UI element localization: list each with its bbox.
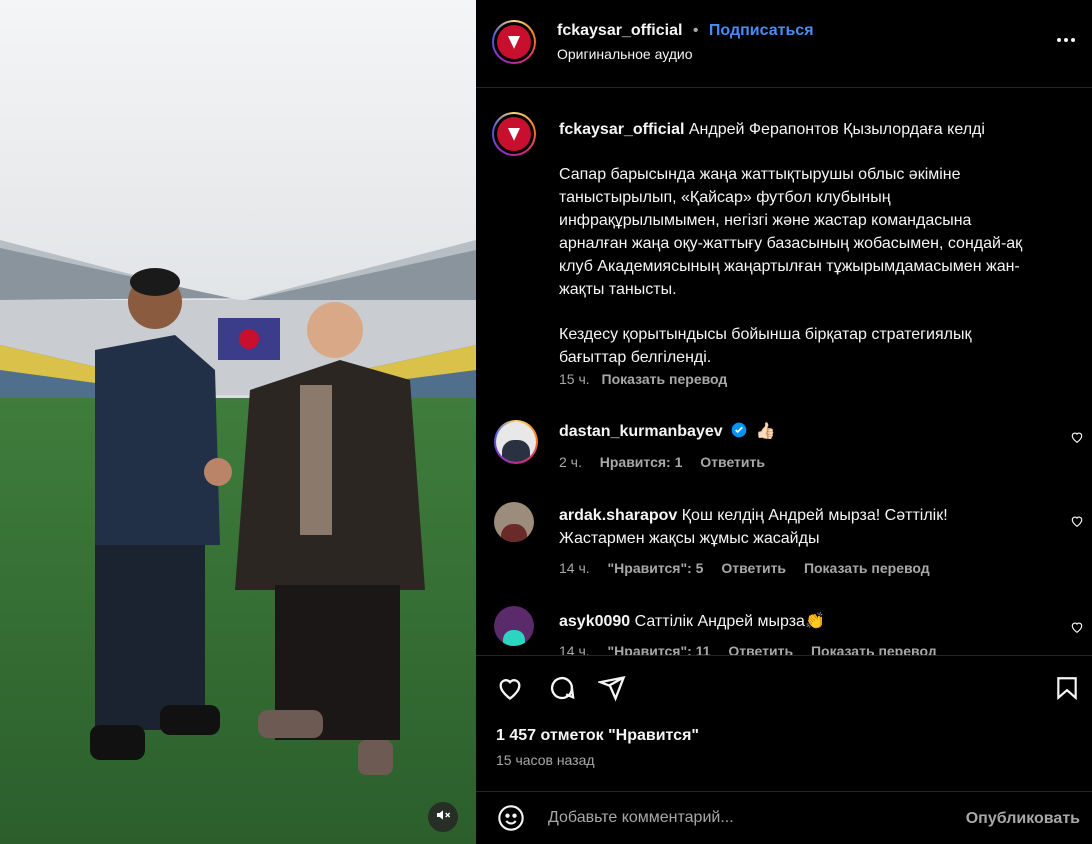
- likes-count[interactable]: 1 457 отметок "Нравится": [496, 727, 699, 745]
- comment-likes[interactable]: Нравится: 1: [600, 454, 683, 470]
- bookmark-icon[interactable]: [1054, 674, 1080, 707]
- comment-text: 👍🏻: [755, 423, 776, 440]
- muted-speaker-icon: [435, 807, 451, 828]
- comment-meta: 14 ч. "Нравится": 5 Ответить Показать пе…: [559, 560, 944, 576]
- reply-button[interactable]: Ответить: [728, 643, 793, 655]
- caption-avatar[interactable]: [492, 112, 536, 156]
- show-translation-button[interactable]: Показать перевод: [811, 643, 937, 655]
- comment-body: dastan_kurmanbayev 👍🏻: [559, 420, 999, 445]
- caption-time: 15 ч.: [559, 371, 590, 387]
- commenter-avatar[interactable]: [494, 606, 534, 646]
- comment-like-icon[interactable]: [1070, 514, 1084, 533]
- share-icon[interactable]: [596, 674, 626, 707]
- separator-dot: •: [692, 22, 699, 39]
- commenter-username[interactable]: dastan_kurmanbayev: [559, 423, 723, 440]
- comment-meta: 14 ч. "Нравится": 11 Ответить Показать п…: [559, 643, 951, 655]
- comment-composer: Опубликовать: [476, 791, 1092, 844]
- comment-text: Саттілік Андрей мырза👏: [634, 613, 825, 630]
- stadium-photo: [0, 0, 476, 844]
- commenter-username[interactable]: asyk0090: [559, 613, 630, 630]
- comment-likes[interactable]: "Нравится": 5: [608, 560, 704, 576]
- post-header: fckaysar_official • Подписаться Оригинал…: [476, 0, 1092, 88]
- comment-body: ardak.sharapov Қош келдің Андрей мырза! …: [559, 504, 999, 550]
- comment-time: 2 ч.: [559, 454, 582, 470]
- reply-button[interactable]: Ответить: [700, 454, 765, 470]
- author-username[interactable]: fckaysar_official: [557, 22, 682, 39]
- caption-paragraph: Кездесу қорытындысы бойынша бірқатар стр…: [559, 326, 972, 366]
- heart-icon[interactable]: [496, 674, 524, 707]
- reply-button[interactable]: Ответить: [721, 560, 786, 576]
- comment-body: asyk0090 Саттілік Андрей мырза👏: [559, 610, 999, 633]
- comment-time: 14 ч.: [559, 560, 590, 576]
- publish-button[interactable]: Опубликовать: [966, 810, 1080, 828]
- more-icon[interactable]: [1056, 30, 1076, 48]
- show-translation-button[interactable]: Показать перевод: [602, 371, 728, 387]
- comment-likes[interactable]: "Нравится": 11: [608, 643, 711, 655]
- comment-input[interactable]: [546, 804, 930, 832]
- emoji-icon[interactable]: [497, 804, 525, 837]
- post-time: 15 часов назад: [496, 752, 595, 768]
- commenter-username[interactable]: ardak.sharapov: [559, 507, 677, 524]
- caption-meta: 15 ч. Показать перевод: [559, 371, 727, 387]
- comment-like-icon[interactable]: [1070, 620, 1084, 639]
- author-avatar[interactable]: [492, 20, 536, 64]
- caption-title: Андрей Ферапонтов Қызылордаға келді: [688, 121, 985, 138]
- comment-like-icon[interactable]: [1070, 430, 1084, 449]
- commenter-avatar[interactable]: [494, 420, 538, 464]
- caption-username[interactable]: fckaysar_official: [559, 121, 684, 138]
- club-logo-icon: [497, 25, 531, 59]
- show-translation-button[interactable]: Показать перевод: [804, 560, 930, 576]
- comment-icon[interactable]: [548, 674, 576, 707]
- caption-paragraph: Сапар барысында жаңа жаттықтырушы облыс …: [559, 166, 1023, 298]
- post-media[interactable]: [0, 0, 476, 844]
- club-logo-icon: [497, 117, 531, 151]
- post-panel: fckaysar_official • Подписаться Оригинал…: [476, 0, 1092, 844]
- commenter-avatar[interactable]: [494, 502, 534, 542]
- comment-meta: 2 ч. Нравится: 1 Ответить: [559, 454, 779, 470]
- action-bar: 1 457 отметок "Нравится" 15 часов назад: [476, 655, 1092, 775]
- audio-label[interactable]: Оригинальное аудио: [557, 46, 693, 62]
- comments-list[interactable]: fckaysar_official Андрей Ферапонтов Қызы…: [476, 88, 1092, 655]
- comment-time: 14 ч.: [559, 643, 590, 655]
- mute-button[interactable]: [428, 802, 458, 832]
- follow-button[interactable]: Подписаться: [709, 22, 814, 39]
- verified-badge-icon: [731, 422, 747, 445]
- caption: fckaysar_official Андрей Ферапонтов Қызы…: [559, 118, 1029, 391]
